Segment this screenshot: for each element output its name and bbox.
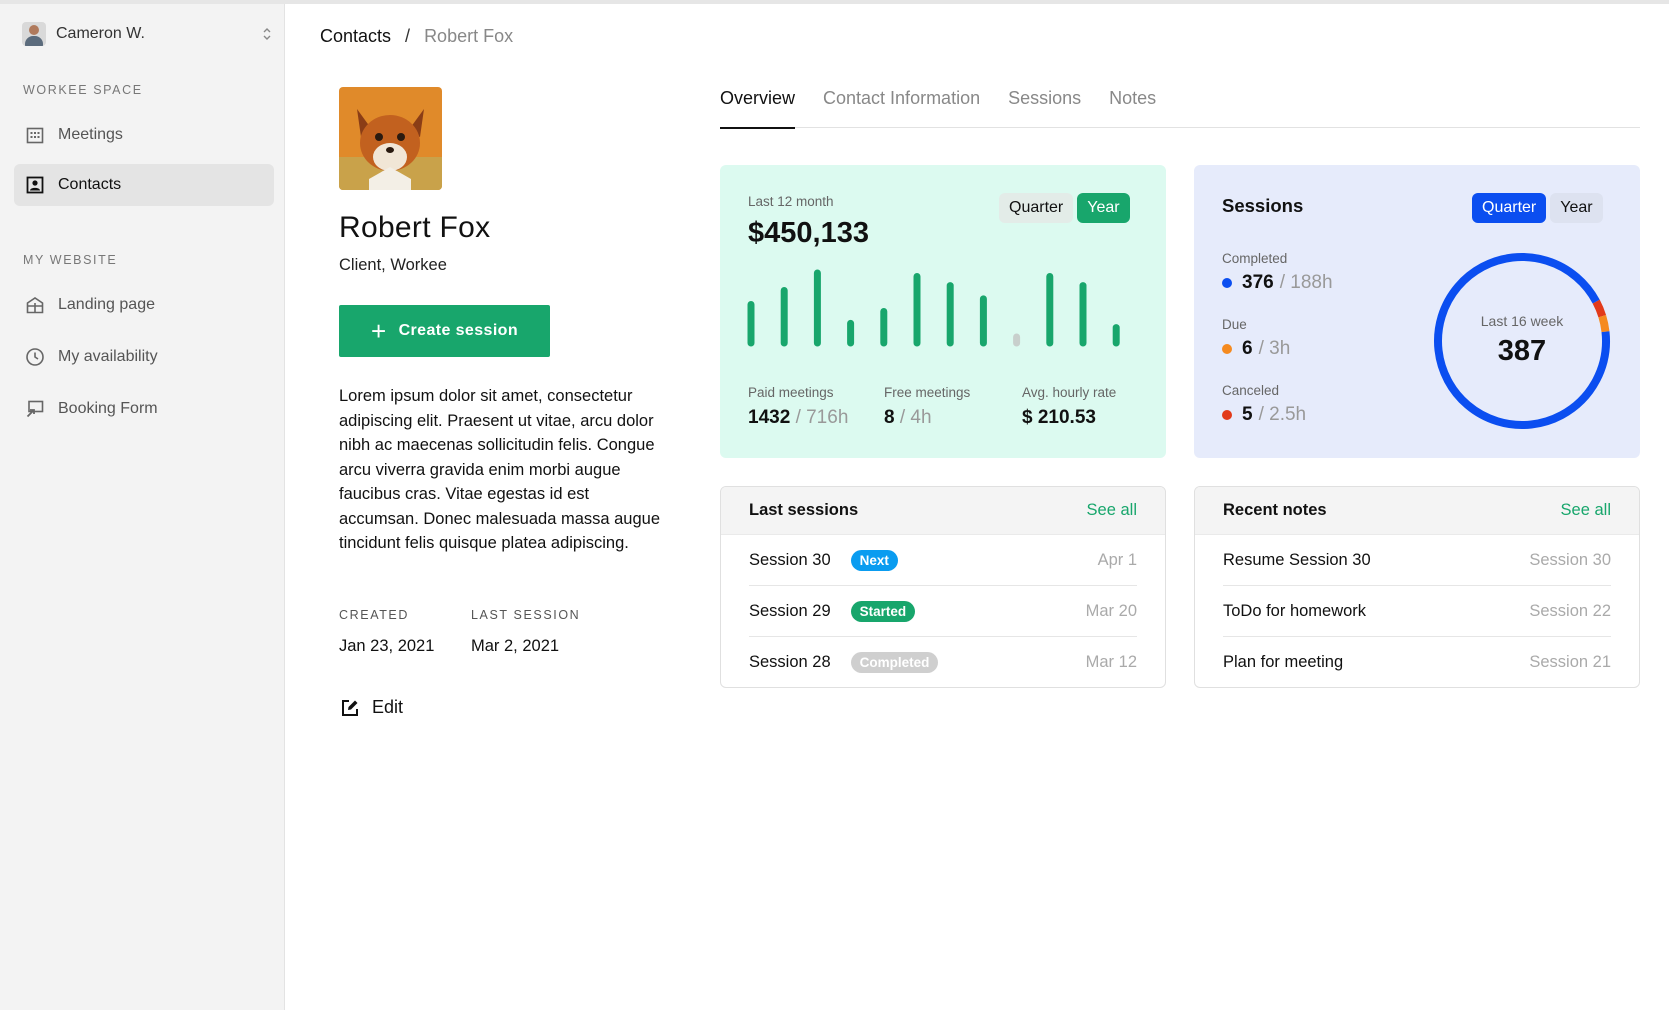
tab-overview[interactable]: Overview [720,88,796,129]
booking-form-icon [24,398,46,420]
sidebar-item-my-availability[interactable]: My availability [14,336,274,378]
avg-hourly-rate-label: Avg. hourly rate [1022,385,1117,400]
session-name: Session 28 [749,653,831,671]
donut-value: 387 [1497,335,1547,367]
breadcrumb-current: Robert Fox [424,26,514,46]
free-meetings-label: Free meetings [884,385,971,400]
due-label: Due [1222,317,1247,332]
status-badge: Started [850,600,916,622]
session-row[interactable]: Session 28 Completed Mar 12 [749,637,1137,687]
sidebar-item-landing-page[interactable]: Landing page [14,284,274,326]
tab-contact-information[interactable]: Contact Information [823,88,980,128]
avg-hourly-rate-value: $ 210.53 [1022,407,1096,428]
recent-notes-card: Recent notes See all Resume Session 30 S… [1194,486,1640,688]
sidebar-item-meetings[interactable]: Meetings [14,114,274,156]
breadcrumb-separator: / [405,26,411,46]
note-title: Resume Session 30 [1223,550,1371,569]
sidebar-item-label: Landing page [58,296,155,313]
edit-label: Edit [372,697,404,717]
note-row[interactable]: Resume Session 30 Session 30 [1223,535,1611,586]
tab-sessions[interactable]: Sessions [1008,88,1081,128]
note-session: Session 21 [1529,653,1611,671]
created-value: Jan 23, 2021 [339,637,435,655]
sidebar-item-contacts[interactable]: Contacts [14,164,274,206]
recent-notes-title: Recent notes [1223,501,1327,519]
session-row[interactable]: Session 30 Next Apr 1 [749,535,1137,586]
note-title: ToDo for homework [1223,601,1367,620]
last-sessions-card: Last sessions See all Session 30 Next Ap… [720,486,1166,688]
sidebar-item-label: Contacts [58,176,122,193]
created-label: CREATED [339,608,410,622]
completed-dot [1222,278,1232,288]
canceled-value: 5/ 2.5h [1222,404,1306,426]
sessions-title: Sessions [1222,195,1304,216]
section-label-workee-space: WORKEE SPACE [23,83,143,97]
note-title: Plan for meeting [1223,653,1344,671]
breadcrumb-contacts-link[interactable]: Contacts [320,26,391,47]
session-date: Apr 1 [1097,550,1137,569]
recent-notes-see-all-link[interactable]: See all [1561,501,1611,520]
status-badge: Completed [850,652,939,673]
canceled-dot [1222,410,1232,420]
due-value: 6/ 3h [1222,338,1290,360]
contact-name: Robert Fox [339,211,491,244]
donut-label: Last 16 week [1480,313,1564,329]
free-meetings-value: 8 / 4h [884,407,932,428]
last-sessions-see-all-link[interactable]: See all [1087,501,1137,520]
plus-icon: + [370,316,387,346]
chevron-up-down-icon[interactable] [262,27,272,41]
note-session: Session 30 [1529,550,1611,569]
section-label-my-website: MY WEBSITE [23,253,118,267]
sessions-card: Sessions Quarter Year Completed 376/ 188… [1194,165,1640,458]
last-sessions-title: Last sessions [749,501,859,519]
tab-notes[interactable]: Notes [1109,88,1156,128]
edit-contact-button[interactable]: Edit [340,697,403,718]
calendar-icon [24,124,46,146]
contact-role: Client, Workee [339,256,447,274]
last-session-label: LAST SESSION [471,608,581,622]
note-row[interactable]: ToDo for homework Session 22 [1223,586,1611,637]
revenue-card: Last 12 month $450,133 Quarter Year Paid… [720,165,1166,458]
breadcrumb: Contacts / Robert Fox [320,26,513,47]
session-name: Session 30 [749,550,831,569]
session-date: Mar 20 [1085,601,1137,620]
session-name: Session 29 [749,601,831,620]
completed-value: 376/ 188h [1222,272,1333,294]
last-sessions-header: Last sessions See all [721,487,1165,535]
sidebar-item-booking-form[interactable]: Booking Form [14,388,274,430]
user-name: Cameron W. [56,25,145,42]
create-session-button[interactable]: + Create session [339,305,550,357]
paid-meetings-value: 1432 / 716h [748,407,849,428]
due-dot [1222,344,1232,354]
canceled-label: Canceled [1222,383,1280,398]
sidebar-item-label: Booking Form [58,400,158,417]
session-date: Mar 12 [1085,653,1137,671]
note-session: Session 22 [1529,601,1611,620]
sidebar-item-label: Meetings [58,126,123,143]
contact-avatar [339,87,442,190]
sessions-period-toggle: Quarter Year [1472,193,1603,223]
last-session-value: Mar 2, 2021 [471,637,560,655]
contact-card-icon [24,174,46,196]
edit-icon [342,699,358,716]
sessions-year-option[interactable]: Year [1550,193,1603,223]
user-switcher[interactable]: Cameron W. [22,18,272,50]
sessions-quarter-option[interactable]: Quarter [1472,193,1547,223]
completed-label: Completed [1222,251,1288,266]
session-row[interactable]: Session 29 Started Mar 20 [749,586,1137,637]
user-avatar [22,22,46,46]
sidebar-item-label: My availability [58,348,158,365]
note-row[interactable]: Plan for meeting Session 21 [1223,637,1611,687]
tab-bar: Overview Contact Information Sessions No… [720,88,1640,129]
storefront-icon [24,294,46,316]
paid-meetings-label: Paid meetings [748,385,834,400]
recent-notes-header: Recent notes See all [1195,487,1639,535]
clock-icon [24,346,46,368]
sidebar: Cameron W. WORKEE SPACE Meetings Contact… [0,4,285,1010]
create-session-label: Create session [398,322,519,339]
status-badge: Next [850,549,898,571]
contact-description: Lorem ipsum dolor sit amet, consectetur … [339,387,661,552]
